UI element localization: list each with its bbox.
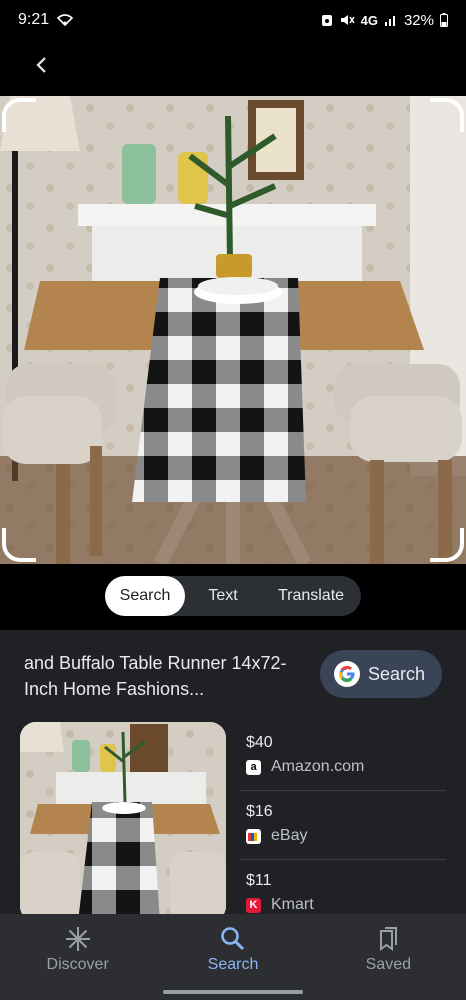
mute-icon	[340, 15, 355, 25]
nav-discover-label: Discover	[46, 956, 109, 973]
status-bar: 9:21 4G 32%	[0, 0, 466, 40]
asterisk-icon	[65, 927, 90, 951]
wifi-icon	[57, 14, 74, 26]
google-search-label: Search	[368, 663, 426, 684]
network-type: 4G	[360, 12, 378, 28]
offer-store: eBay	[271, 827, 308, 844]
app-header	[0, 40, 466, 90]
offer-price: $16	[246, 803, 273, 820]
nav-search[interactable]: Search	[155, 914, 310, 1000]
ebay-logo-icon	[246, 828, 261, 844]
chevron-left-icon	[36, 57, 46, 73]
nav-search-label: Search	[207, 956, 259, 973]
nav-discover[interactable]: Discover	[0, 914, 155, 1000]
bottom-navigation: Discover Search Saved	[0, 914, 466, 1000]
google-logo-icon	[334, 661, 360, 687]
crop-handle-bottom-left[interactable]	[2, 528, 36, 562]
offer-amazon[interactable]: $40 a Amazon.com	[240, 722, 446, 791]
mode-selector: Search Text Translate	[105, 576, 361, 616]
tab-search[interactable]: Search	[105, 576, 185, 616]
results-sheet: and Buffalo Table Runner 14x72-Inch Home…	[0, 630, 466, 922]
google-search-button[interactable]: Search	[320, 650, 442, 698]
status-time: 9:21	[18, 11, 50, 28]
table-runner-photo	[0, 96, 466, 564]
battery-percent: 32%	[403, 11, 434, 29]
nav-saved-label: Saved	[365, 956, 411, 973]
kmart-logo-icon: K	[246, 897, 261, 913]
signal-icon	[384, 16, 395, 26]
offer-store: Amazon.com	[271, 758, 365, 775]
lens-image[interactable]	[0, 96, 466, 564]
nav-saved[interactable]: Saved	[311, 914, 466, 1000]
offer-ebay[interactable]: $16 eBay	[240, 791, 446, 860]
crop-handle-top-right[interactable]	[430, 98, 464, 132]
offer-store: Kmart	[271, 896, 314, 913]
offer-price: $40	[246, 734, 273, 751]
thumbnail-image	[20, 722, 226, 922]
offer-price: $11	[246, 872, 272, 889]
alarm-icon	[321, 15, 332, 26]
result-thumbnail[interactable]	[20, 722, 226, 922]
search-icon	[221, 927, 245, 951]
tab-text[interactable]: Text	[185, 576, 261, 616]
price-offers: $40 a Amazon.com $16 eBay $11 K Kmart	[240, 722, 446, 929]
back-button[interactable]	[26, 50, 56, 80]
battery-icon	[440, 13, 448, 27]
crop-handle-top-left[interactable]	[2, 98, 36, 132]
bookmarks-icon	[380, 927, 398, 951]
result-title[interactable]: and Buffalo Table Runner 14x72-Inch Home…	[24, 650, 304, 702]
tab-translate[interactable]: Translate	[261, 576, 361, 616]
home-indicator[interactable]	[163, 990, 303, 994]
amazon-logo-icon: a	[246, 759, 261, 775]
